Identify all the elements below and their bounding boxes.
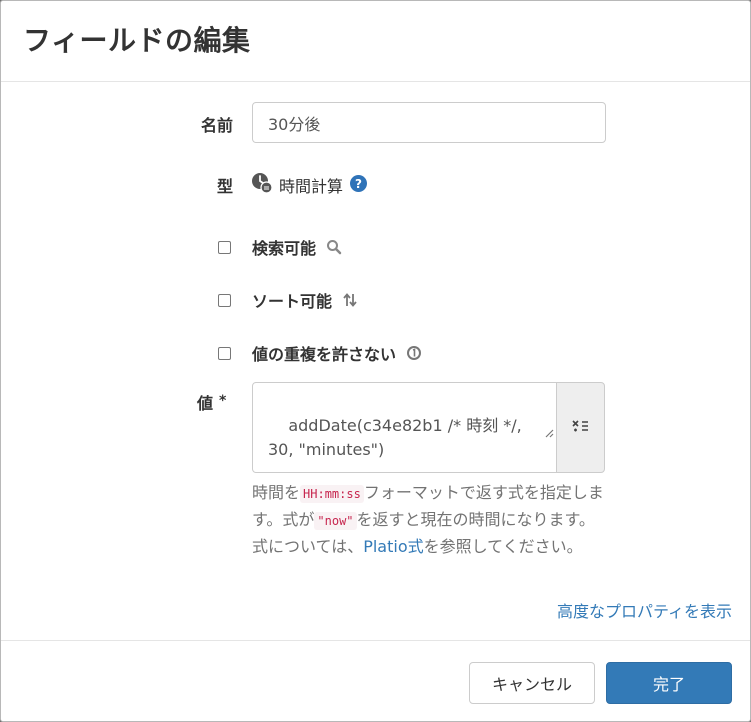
expression-text: addDate(c34e82b1 /* 時刻 */, 30, "minutes"… xyxy=(268,416,522,459)
searchable-label: 検索可能 xyxy=(252,239,317,258)
unique-row[interactable]: 値の重複を許さない xyxy=(216,341,422,365)
value-label-wrap: 値 * xyxy=(197,390,226,414)
sortable-label: ソート可能 xyxy=(252,292,333,311)
expression-help-text: 時間を HH:mm:ss フォーマットで返す式を指定します。式が "now" を返すと現… xyxy=(252,480,607,559)
search-icon xyxy=(326,239,342,255)
name-input[interactable] xyxy=(252,102,606,143)
dialog-header: フィールドの編集 xyxy=(1,1,750,82)
now-code: "now" xyxy=(314,512,357,530)
sortable-checkbox[interactable] xyxy=(218,293,231,307)
dialog-footer: キャンセル 完了 xyxy=(1,640,750,722)
done-button[interactable]: 完了 xyxy=(606,662,732,704)
unique-checkbox[interactable] xyxy=(218,346,231,360)
help-icon[interactable]: ? xyxy=(350,174,368,196)
type-value: 時間計算 xyxy=(279,177,344,196)
svg-text:?: ? xyxy=(355,177,362,191)
show-advanced-properties-link[interactable]: 高度なプロパティを表示 xyxy=(557,598,732,622)
platio-expression-link[interactable]: Platio式 xyxy=(363,537,423,556)
type-value-row: 時間計算 ? xyxy=(251,172,368,198)
cancel-button[interactable]: キャンセル xyxy=(469,662,595,704)
help-text-part: 時間を xyxy=(252,483,301,502)
unique-icon xyxy=(406,345,422,361)
expression-textarea[interactable]: addDate(c34e82b1 /* 時刻 */, 30, "minutes"… xyxy=(252,382,558,473)
time-calc-icon xyxy=(251,172,273,198)
sort-icon xyxy=(342,292,358,308)
resize-grip-icon[interactable] xyxy=(513,397,554,469)
searchable-checkbox[interactable] xyxy=(218,240,231,254)
edit-field-dialog: フィールドの編集 名前 型 時間計算 ? 検索可能 xyxy=(0,0,751,722)
expression-builder-button[interactable] xyxy=(556,382,605,473)
required-mark: * xyxy=(219,393,227,409)
unique-label: 値の重複を許さない xyxy=(252,345,397,364)
searchable-row[interactable]: 検索可能 xyxy=(216,235,342,259)
dialog-title: フィールドの編集 xyxy=(23,24,251,57)
help-text-part: を参照してください。 xyxy=(423,537,583,556)
type-label: 型 xyxy=(216,177,233,196)
sortable-row[interactable]: ソート可能 xyxy=(216,288,358,312)
calculator-icon xyxy=(571,418,590,437)
name-label: 名前 xyxy=(200,116,233,135)
format-code: HH:mm:ss xyxy=(300,485,364,503)
value-label: 値 xyxy=(197,394,214,413)
